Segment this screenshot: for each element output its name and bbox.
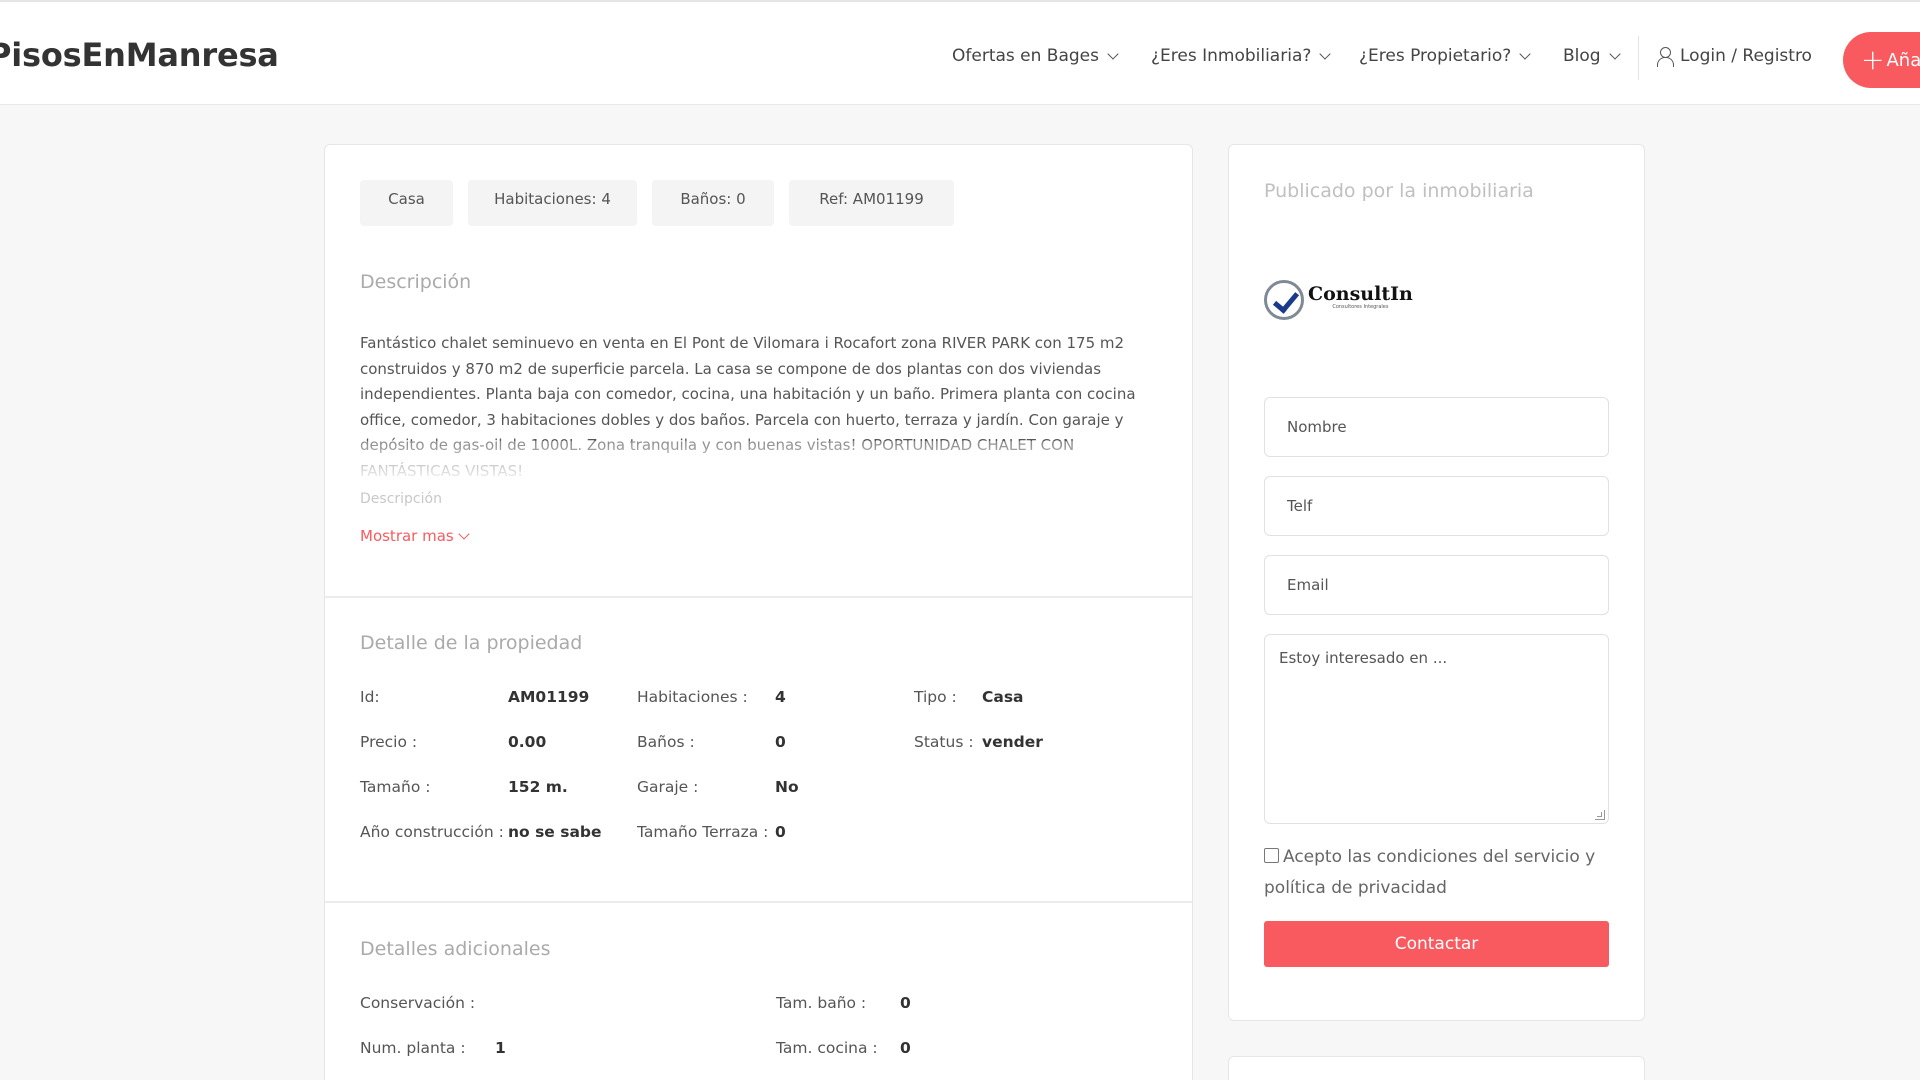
contact-button[interactable]: Contactar <box>1264 921 1609 967</box>
detail-terrace-label: Tamaño Terraza : <box>637 823 769 841</box>
add-listing-button[interactable]: + Añadir <box>1843 32 1920 88</box>
terms-checkbox[interactable] <box>1264 848 1279 863</box>
additional-bath-size-label: Tam. baño : <box>776 994 867 1012</box>
detail-status-value: vender <box>982 733 1043 751</box>
phone-field[interactable]: Telf <box>1264 476 1609 536</box>
chevron-down-icon <box>1608 47 1621 60</box>
property-card: Casa Habitaciones: 4 Baños: 0 Ref: AM011… <box>324 144 1193 1080</box>
site-header: PisosEnManresa Ofertas en Bages ¿Eres In… <box>0 0 1920 105</box>
chevron-down-icon <box>1319 47 1332 60</box>
tag-baths: Baños: 0 <box>652 180 774 226</box>
tag-ref: Ref: AM01199 <box>789 180 954 226</box>
name-field[interactable]: Nombre <box>1264 397 1609 457</box>
nav-inmobiliaria[interactable]: ¿Eres Inmobiliaria? <box>1151 46 1332 66</box>
section-divider <box>325 901 1192 903</box>
detail-baths-label: Baños : <box>637 733 695 751</box>
nav-propietario[interactable]: ¿Eres Propietario? <box>1359 46 1531 66</box>
detail-rooms-label: Habitaciones : <box>637 688 748 706</box>
detail-year-value: no se sabe <box>508 823 602 841</box>
agency-logo-name: ConsultIn <box>1308 283 1413 305</box>
additional-kitchen-size-value: 0 <box>900 1039 911 1057</box>
message-textarea[interactable]: Estoy interesado en ... <box>1264 634 1609 824</box>
nav-inmobiliaria-label: ¿Eres Inmobiliaria? <box>1151 46 1312 66</box>
detail-year-label: Año construcción : <box>360 823 504 841</box>
login-label: Login / Registro <box>1680 46 1812 66</box>
additional-floor-label: Num. planta : <box>360 1039 466 1057</box>
detail-id-label: Id: <box>360 688 380 706</box>
description-sublabel: Descripción <box>360 491 442 507</box>
detail-price-label: Precio : <box>360 733 418 751</box>
additional-title: Detalles adicionales <box>360 938 551 960</box>
terms-row: Acepto las condiciones del servicio y po… <box>1264 842 1614 904</box>
detail-garage-label: Garaje : <box>637 778 699 796</box>
show-more-label: Mostrar mas <box>360 527 454 545</box>
nav-ofertas-label: Ofertas en Bages <box>952 46 1099 66</box>
additional-kitchen-size-label: Tam. cocina : <box>776 1039 878 1057</box>
chevron-down-icon <box>1519 47 1531 60</box>
detail-type-label: Tipo : <box>914 688 957 706</box>
terms-label: Acepto las condiciones del servicio y po… <box>1264 847 1596 898</box>
description-fade <box>360 441 1160 481</box>
additional-floor-value: 1 <box>495 1039 506 1057</box>
additional-conservation-label: Conservación : <box>360 994 476 1012</box>
nav-blog-label: Blog <box>1563 46 1601 66</box>
user-icon <box>1656 46 1674 67</box>
detail-price-value: 0.00 <box>508 733 547 751</box>
detail-size-label: Tamaño : <box>360 778 431 796</box>
detail-baths-value: 0 <box>775 733 786 751</box>
detail-garage-value: No <box>775 778 799 796</box>
section-divider <box>325 596 1192 598</box>
chevron-down-icon <box>458 527 470 540</box>
plus-icon: + <box>1861 43 1885 76</box>
agency-logo[interactable]: ConsultIn Consultores Integrales <box>1264 280 1413 320</box>
agency-title: Publicado por la inmobiliaria <box>1264 180 1534 202</box>
resize-handle-icon[interactable] <box>1595 810 1605 820</box>
details-title: Detalle de la propiedad <box>360 632 583 654</box>
detail-type-value: Casa <box>982 688 1024 706</box>
nav-divider <box>1638 36 1639 80</box>
detail-status-label: Status : <box>914 733 974 751</box>
description-title: Descripción <box>360 271 472 293</box>
detail-terrace-value: 0 <box>775 823 786 841</box>
email-field[interactable]: Email <box>1264 555 1609 615</box>
tag-type: Casa <box>360 180 453 226</box>
agency-logo-text: ConsultIn Consultores Integrales <box>1308 284 1413 310</box>
login-link[interactable]: Login / Registro <box>1656 46 1812 67</box>
tag-rooms: Habitaciones: 4 <box>468 180 637 226</box>
show-more-link[interactable]: Mostrar mas <box>360 527 470 545</box>
agency-contact-card: Publicado por la inmobiliaria ConsultIn … <box>1228 144 1645 1021</box>
message-placeholder: Estoy interesado en ... <box>1279 649 1448 667</box>
nav-blog[interactable]: Blog <box>1563 46 1621 66</box>
sidebar-secondary-card <box>1228 1056 1645 1080</box>
detail-size-value: 152 m. <box>508 778 568 796</box>
detail-id-value: AM01199 <box>508 688 590 706</box>
add-listing-label: Añadir <box>1886 49 1920 71</box>
checkmark-icon <box>1264 280 1304 320</box>
chevron-down-icon <box>1107 47 1119 60</box>
additional-bath-size-value: 0 <box>900 994 911 1012</box>
nav-ofertas[interactable]: Ofertas en Bages <box>952 46 1119 66</box>
nav-propietario-label: ¿Eres Propietario? <box>1359 46 1512 66</box>
detail-rooms-value: 4 <box>775 688 786 706</box>
site-logo[interactable]: PisosEnManresa <box>0 36 279 74</box>
